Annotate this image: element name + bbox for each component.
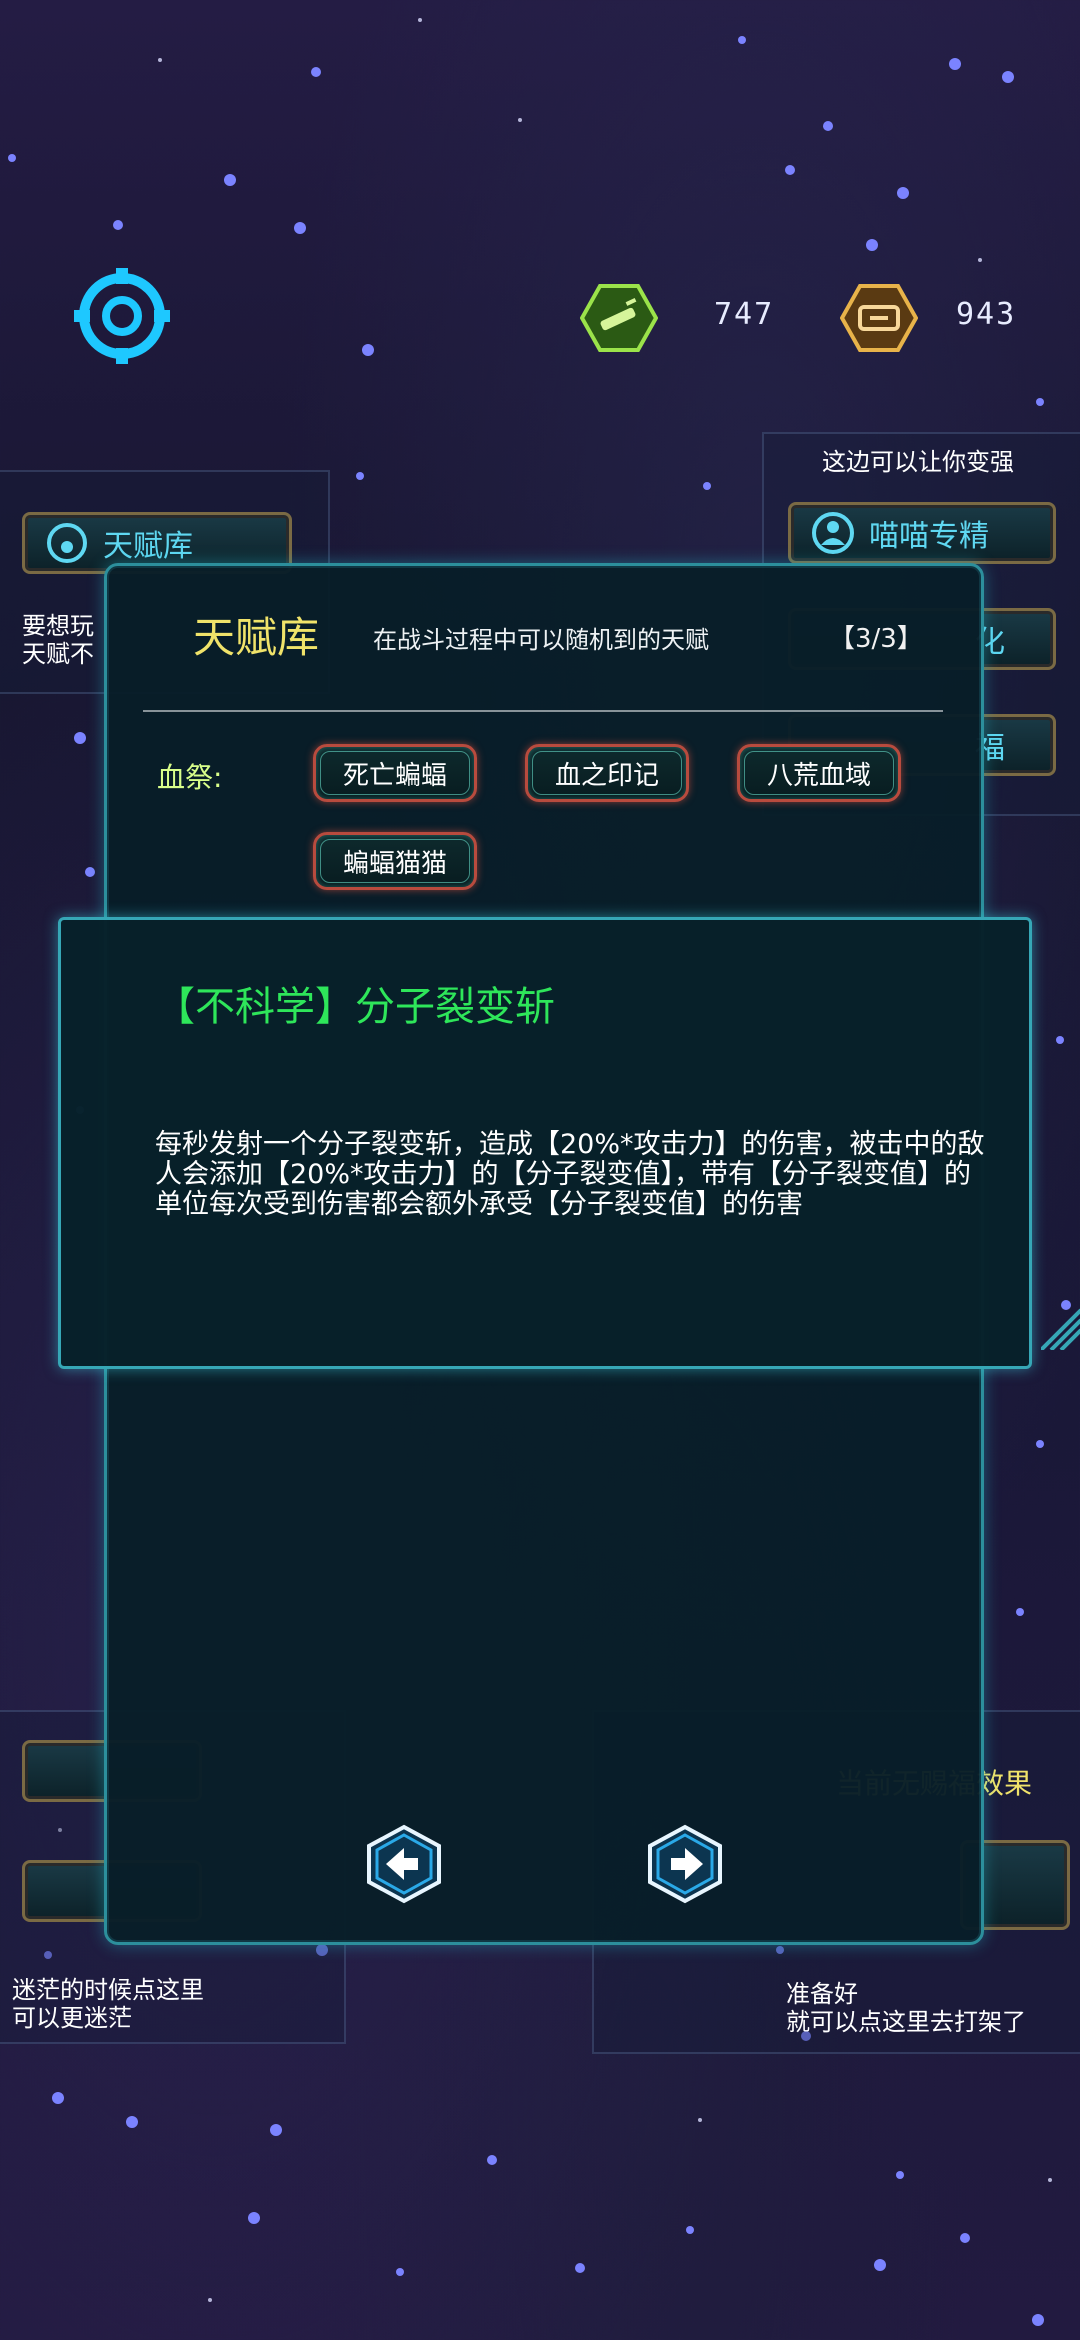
dialog-title: 天赋库 bbox=[193, 613, 320, 662]
talent-detail-popup: 【不科学】分子裂变斩 每秒发射一个分子裂变斩，造成【20%*攻击力】的伤害，被击… bbox=[58, 917, 1080, 1369]
syringe-icon bbox=[580, 284, 658, 352]
talent-button[interactable]: 血之印记 bbox=[525, 744, 689, 802]
talent-button[interactable]: 蝙蝠猫猫 bbox=[313, 832, 477, 890]
left-bottom-hint-2: 可以更迷茫 bbox=[12, 2004, 132, 2032]
right-top-hint: 这边可以让你变强 bbox=[822, 448, 1014, 476]
arrow-right-icon[interactable] bbox=[647, 1824, 723, 1904]
target-icon[interactable] bbox=[72, 266, 172, 366]
coin-icon bbox=[840, 284, 918, 352]
category-label: 血祭: bbox=[157, 761, 223, 794]
green-resource-amount: 747 bbox=[714, 297, 775, 332]
right-bottom-hint-1: 准备好 bbox=[786, 1980, 858, 2008]
paw-icon bbox=[47, 523, 87, 563]
gold-resource-amount: 943 bbox=[956, 297, 1017, 332]
talent-library-button-label: 天赋库 bbox=[103, 529, 193, 564]
meow-mastery-button-label: 喵喵专精 bbox=[869, 519, 989, 554]
person-icon bbox=[812, 512, 854, 554]
arrow-left-icon[interactable] bbox=[366, 1824, 442, 1904]
talent-detail-title: 【不科学】分子裂变斩 bbox=[155, 984, 555, 1030]
page-indicator: 【3/3】 bbox=[829, 624, 923, 654]
meow-mastery-button[interactable]: 喵喵专精 bbox=[788, 502, 1056, 564]
talent-button[interactable]: 死亡蝙蝠 bbox=[313, 744, 477, 802]
talent-detail-description: 每秒发射一个分子裂变斩，造成【20%*攻击力】的伤害，被击中的敌人会添加【20%… bbox=[155, 1129, 985, 1220]
dialog-subtitle: 在战斗过程中可以随机到的天赋 bbox=[373, 626, 709, 654]
right-bottom-hint-2: 就可以点这里去打架了 bbox=[786, 2008, 1026, 2036]
corner-decoration bbox=[1041, 1308, 1080, 1350]
talent-button[interactable]: 八荒血域 bbox=[737, 744, 901, 802]
left-bottom-hint-1: 迷茫的时候点这里 bbox=[12, 1976, 204, 2004]
left-top-hint-2: 天赋不 bbox=[22, 640, 94, 668]
divider bbox=[143, 710, 943, 712]
left-top-hint-1: 要想玩 bbox=[22, 612, 94, 640]
